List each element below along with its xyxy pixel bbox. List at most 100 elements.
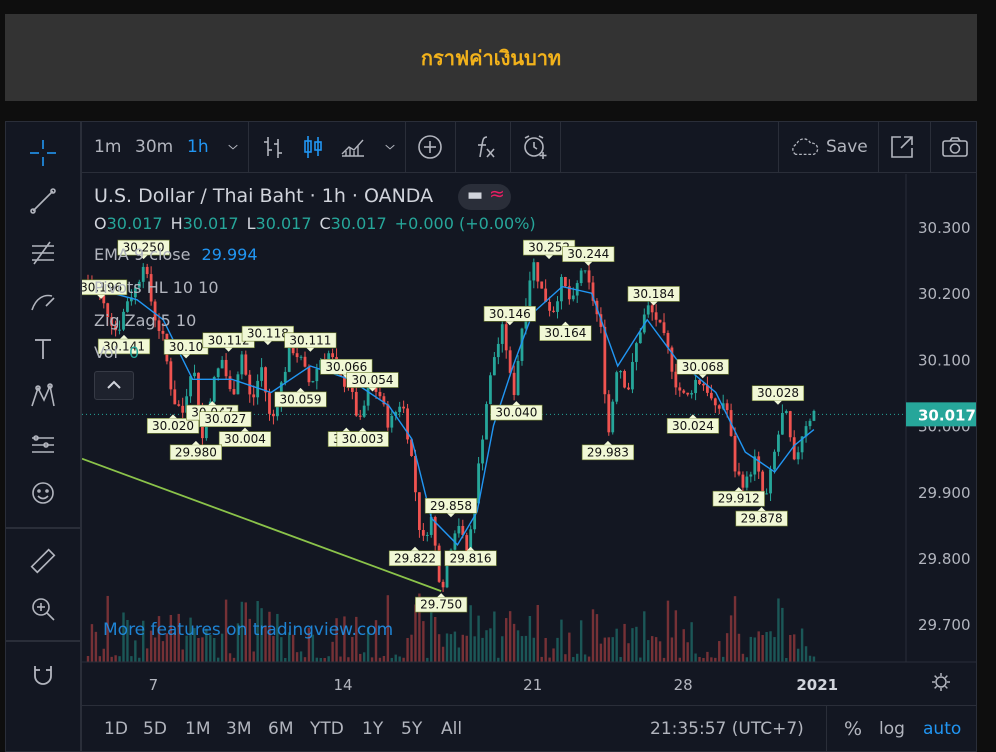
candle-body	[212, 377, 216, 402]
candle-body	[512, 372, 516, 395]
pattern-icon[interactable]	[24, 380, 62, 414]
magnet-icon[interactable]	[24, 658, 62, 692]
volume-bar	[595, 614, 599, 662]
range-all[interactable]: All	[441, 706, 462, 752]
pivot-label: 29.980	[169, 440, 223, 461]
chevron-down-icon[interactable]	[382, 122, 398, 172]
candle-body	[177, 404, 181, 406]
candle-body	[272, 413, 275, 417]
brush-icon[interactable]	[24, 284, 62, 318]
pivot-label-pointer	[358, 427, 367, 432]
gear-tooth	[944, 675, 948, 679]
volume-bar	[686, 642, 689, 662]
candle-body	[635, 343, 638, 362]
pivot-label-pointer	[191, 440, 200, 445]
pivot-label-text: 29.822	[394, 551, 436, 565]
candle-body	[220, 359, 224, 369]
save-button[interactable]: Save	[788, 122, 868, 172]
volume-bar	[485, 630, 488, 662]
fullscreen-popout-icon[interactable]	[889, 122, 915, 172]
candle-body	[587, 270, 591, 283]
pivot-label-pointer	[296, 387, 305, 392]
text-tool-icon[interactable]	[24, 332, 62, 366]
volume-bar	[718, 641, 721, 662]
prediction-icon[interactable]	[24, 428, 62, 462]
candle-body	[654, 312, 658, 320]
volume-bar	[812, 656, 816, 662]
volume-bar	[422, 621, 425, 662]
range-6m[interactable]: 6M	[268, 706, 293, 752]
chevron-down-icon[interactable]	[225, 122, 241, 172]
pivot-label: 29.858	[424, 497, 478, 518]
camera-icon[interactable]	[940, 122, 970, 172]
log-toggle[interactable]: log	[879, 706, 905, 752]
volume-bar	[86, 655, 90, 662]
candle-body	[765, 493, 768, 495]
pivot-label-text: 30.028	[757, 386, 799, 400]
gear-tooth	[934, 675, 938, 679]
volume-legend: Vol 0	[94, 343, 140, 362]
volume-bar	[678, 657, 681, 662]
auto-toggle[interactable]: auto	[923, 706, 961, 752]
compare-add-icon[interactable]	[417, 122, 443, 172]
percent-toggle[interactable]: %	[844, 706, 862, 752]
range-1y[interactable]: 1Y	[362, 706, 383, 752]
volume-bar	[161, 641, 165, 662]
legend-toggle[interactable]: ▬ ≈	[458, 183, 511, 210]
volume-bar	[710, 657, 713, 662]
volume-bar	[749, 636, 753, 662]
candle-body	[500, 324, 504, 344]
volume-bar	[398, 656, 401, 662]
candle-body	[560, 277, 563, 302]
candle-body	[299, 356, 303, 358]
range-1d[interactable]: 1D	[104, 706, 128, 752]
range-ytd[interactable]: YTD	[310, 706, 344, 752]
candle-body	[496, 343, 500, 358]
candle-body	[607, 394, 611, 433]
candle-body	[682, 390, 686, 393]
range-5d[interactable]: 5D	[143, 706, 167, 752]
y-tick-label: 29.800	[918, 550, 971, 568]
collapse-legend-button[interactable]	[94, 371, 134, 400]
candle-body	[552, 310, 555, 312]
ema-legend: EMA 9 close 29.994	[94, 245, 258, 264]
minus-icon: ▬	[467, 185, 484, 205]
range-5y[interactable]: 5Y	[401, 706, 422, 752]
area-chart-icon[interactable]	[340, 122, 366, 172]
volume-bar	[181, 649, 184, 662]
crosshair-icon[interactable]	[24, 136, 62, 170]
bars-chart-icon[interactable]	[260, 122, 286, 172]
zoom-in-icon[interactable]	[24, 592, 62, 626]
volume-bar	[382, 655, 386, 662]
volume-bar	[477, 615, 480, 662]
candle-body	[749, 474, 753, 477]
candles-chart-icon[interactable]	[300, 122, 326, 172]
range-3m[interactable]: 3M	[226, 706, 251, 752]
volume-bar	[737, 633, 741, 662]
interval-30m[interactable]: 30m	[135, 122, 173, 172]
pivot-label: 29.816	[444, 546, 497, 567]
candle-body	[532, 262, 536, 281]
volume-bar	[90, 624, 94, 662]
pivot-label-pointer	[437, 593, 446, 598]
interval-1h-active[interactable]: 1h	[187, 122, 209, 172]
volume-bar	[579, 620, 583, 662]
pitchfork-icon[interactable]	[24, 236, 62, 270]
trend-line-icon[interactable]	[24, 184, 62, 218]
indicators-fx-icon[interactable]	[472, 122, 498, 172]
watermark-link[interactable]: More features on tradingview.com	[103, 620, 393, 640]
volume-bar	[197, 637, 200, 662]
volume-bar	[583, 654, 587, 662]
volume-bar	[733, 596, 737, 662]
range-1m[interactable]: 1M	[185, 706, 210, 752]
candle-body	[536, 262, 540, 282]
ruler-icon[interactable]	[24, 544, 62, 578]
emoji-icon[interactable]	[24, 476, 62, 510]
volume-bar	[808, 655, 812, 662]
clock-time[interactable]: 21:35:57 (UTC+7)	[650, 706, 804, 752]
volume-bar	[390, 657, 393, 662]
pivot-label-pointer	[512, 401, 521, 406]
alert-clock-icon[interactable]	[522, 122, 548, 172]
pivot-label-text: 29.983	[587, 445, 629, 459]
interval-1m[interactable]: 1m	[94, 122, 121, 172]
